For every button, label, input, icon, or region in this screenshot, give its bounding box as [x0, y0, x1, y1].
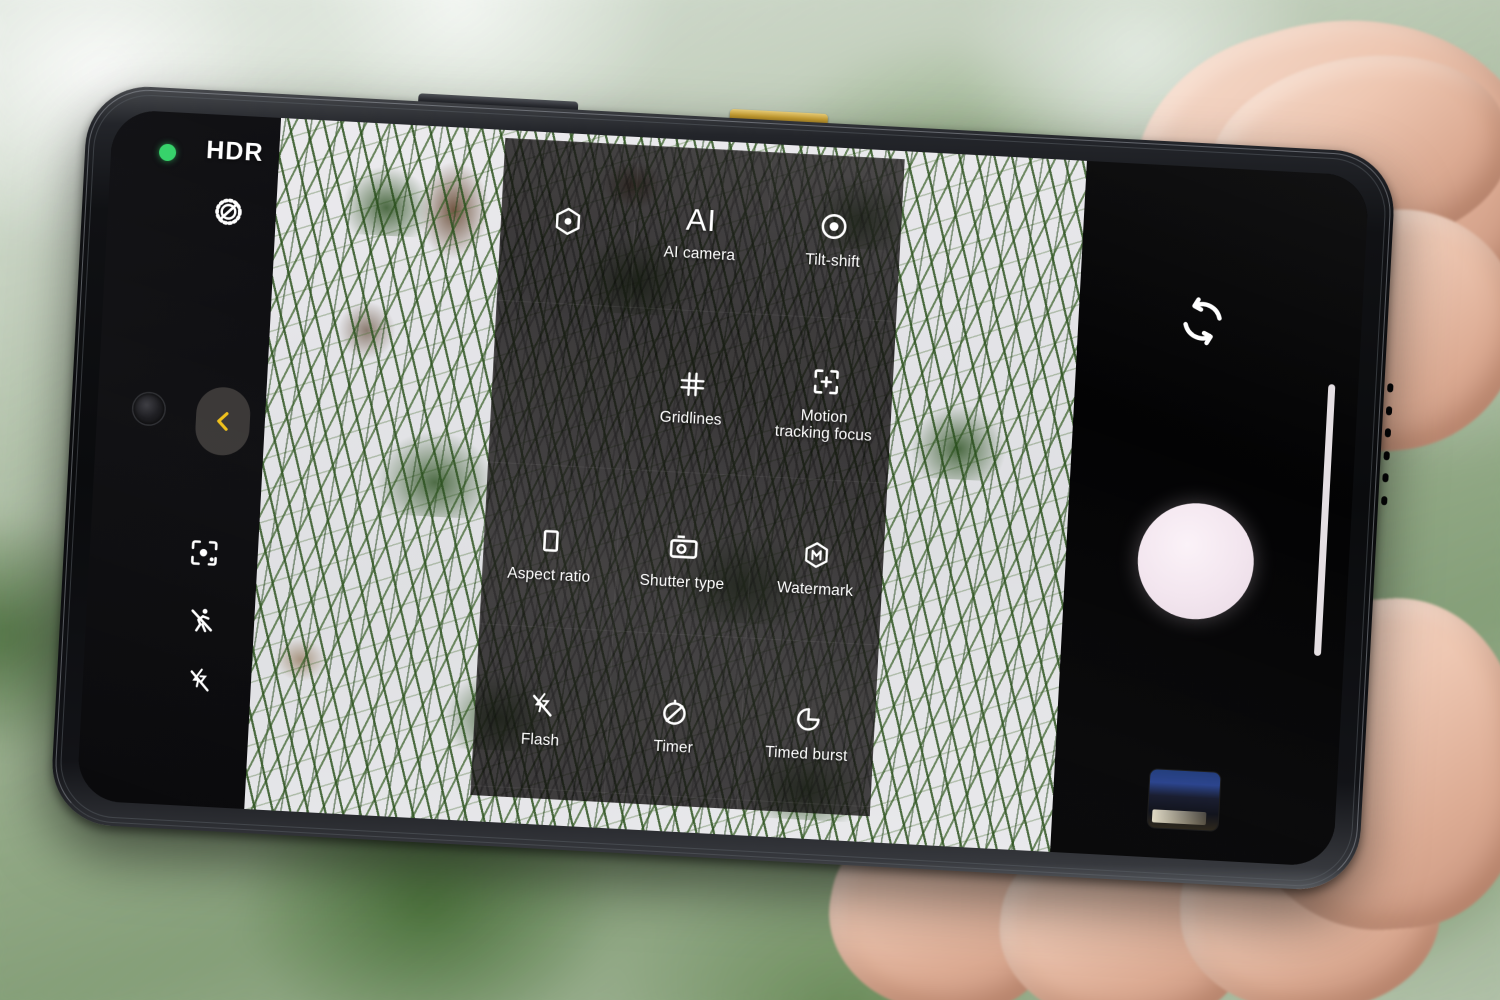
timed-burst-icon	[792, 702, 825, 738]
settings-row: Flash Timer Timed burst	[470, 631, 878, 817]
camera-settings-panel[interactable]: AI AI camera Tilt-shift Gridlines Motion…	[470, 137, 905, 817]
setting-timer[interactable]: Timer	[603, 638, 745, 809]
setting-aspect-ratio[interactable]: Aspect ratio	[479, 466, 621, 637]
settings-row: Gridlines Motion tracking focus	[488, 302, 896, 488]
ai-camera-icon	[190, 540, 218, 566]
phone-screen: AI AI camera Tilt-shift Gridlines Motion…	[76, 109, 1370, 867]
setting-gridlines[interactable]: Gridlines	[621, 309, 763, 480]
setting-label: Timed burst	[764, 743, 848, 765]
setting-label: Flash	[520, 730, 560, 750]
setting-label: Gridlines	[659, 408, 723, 429]
flash-off-icon	[526, 687, 558, 723]
setting-watermark[interactable]: Watermark	[745, 481, 887, 652]
setting-label: Timer	[652, 737, 694, 757]
setting-label: Tilt-shift	[804, 251, 861, 271]
flip-camera-button[interactable]	[1173, 292, 1232, 351]
setting-label: AI camera	[663, 243, 736, 265]
chevron-left-icon	[217, 412, 229, 431]
setting-label: Aspect ratio	[506, 564, 591, 587]
shutter-button[interactable]	[1134, 500, 1257, 623]
setting-timed-burst[interactable]: Timed burst	[737, 645, 879, 816]
motion-tracking-focus-icon	[810, 364, 843, 400]
flash-off-icon	[190, 668, 209, 692]
camera-right-toolbar	[1050, 160, 1370, 867]
ai-text-icon: AI	[685, 201, 718, 238]
setting-shutter-type[interactable]: Shutter type	[612, 474, 754, 645]
setting-label: Motion tracking focus	[774, 406, 873, 446]
setting-ai-camera[interactable]: AI AI camera	[630, 145, 772, 316]
setting-label: Shutter type	[639, 571, 725, 594]
setting-motion-tracking-focus[interactable]: Motion tracking focus	[754, 316, 896, 487]
gallery-thumbnail[interactable]	[1147, 769, 1221, 831]
hdr-off-icon[interactable]	[209, 192, 248, 231]
flash-toggle[interactable]	[184, 666, 215, 697]
motion-capture-toggle[interactable]	[185, 604, 218, 637]
settings-row: AI AI camera Tilt-shift	[497, 138, 905, 324]
timer-off-icon	[659, 694, 692, 730]
front-camera-punch-hole	[132, 392, 166, 426]
watermark-hexagon-m-icon	[800, 537, 834, 573]
setting-label: Watermark	[776, 579, 854, 601]
aperture-hexagon-icon	[550, 203, 586, 239]
hdr-label[interactable]: HDR	[205, 136, 265, 168]
motion-capture-off-icon	[191, 608, 213, 633]
camera-flip-icon	[1183, 297, 1222, 346]
home-gesture-indicator[interactable]	[1313, 384, 1336, 657]
tilt-shift-icon	[817, 209, 851, 245]
setting-tilt-shift[interactable]: Tilt-shift	[763, 152, 905, 323]
setting-flash[interactable]: Flash	[470, 631, 612, 802]
green-dot-icon	[158, 143, 177, 162]
gridlines-icon	[677, 366, 709, 402]
aspect-ratio-icon	[535, 523, 567, 559]
setting-lens-aperture[interactable]	[497, 138, 639, 309]
shutter-type-camera-icon	[666, 530, 702, 566]
ai-camera-toggle[interactable]	[187, 536, 222, 571]
smartphone: AI AI camera Tilt-shift Gridlines Motion…	[49, 83, 1397, 893]
settings-row: Aspect ratio Shutter type Watermark	[479, 466, 887, 652]
collapse-settings-button[interactable]	[194, 385, 252, 457]
